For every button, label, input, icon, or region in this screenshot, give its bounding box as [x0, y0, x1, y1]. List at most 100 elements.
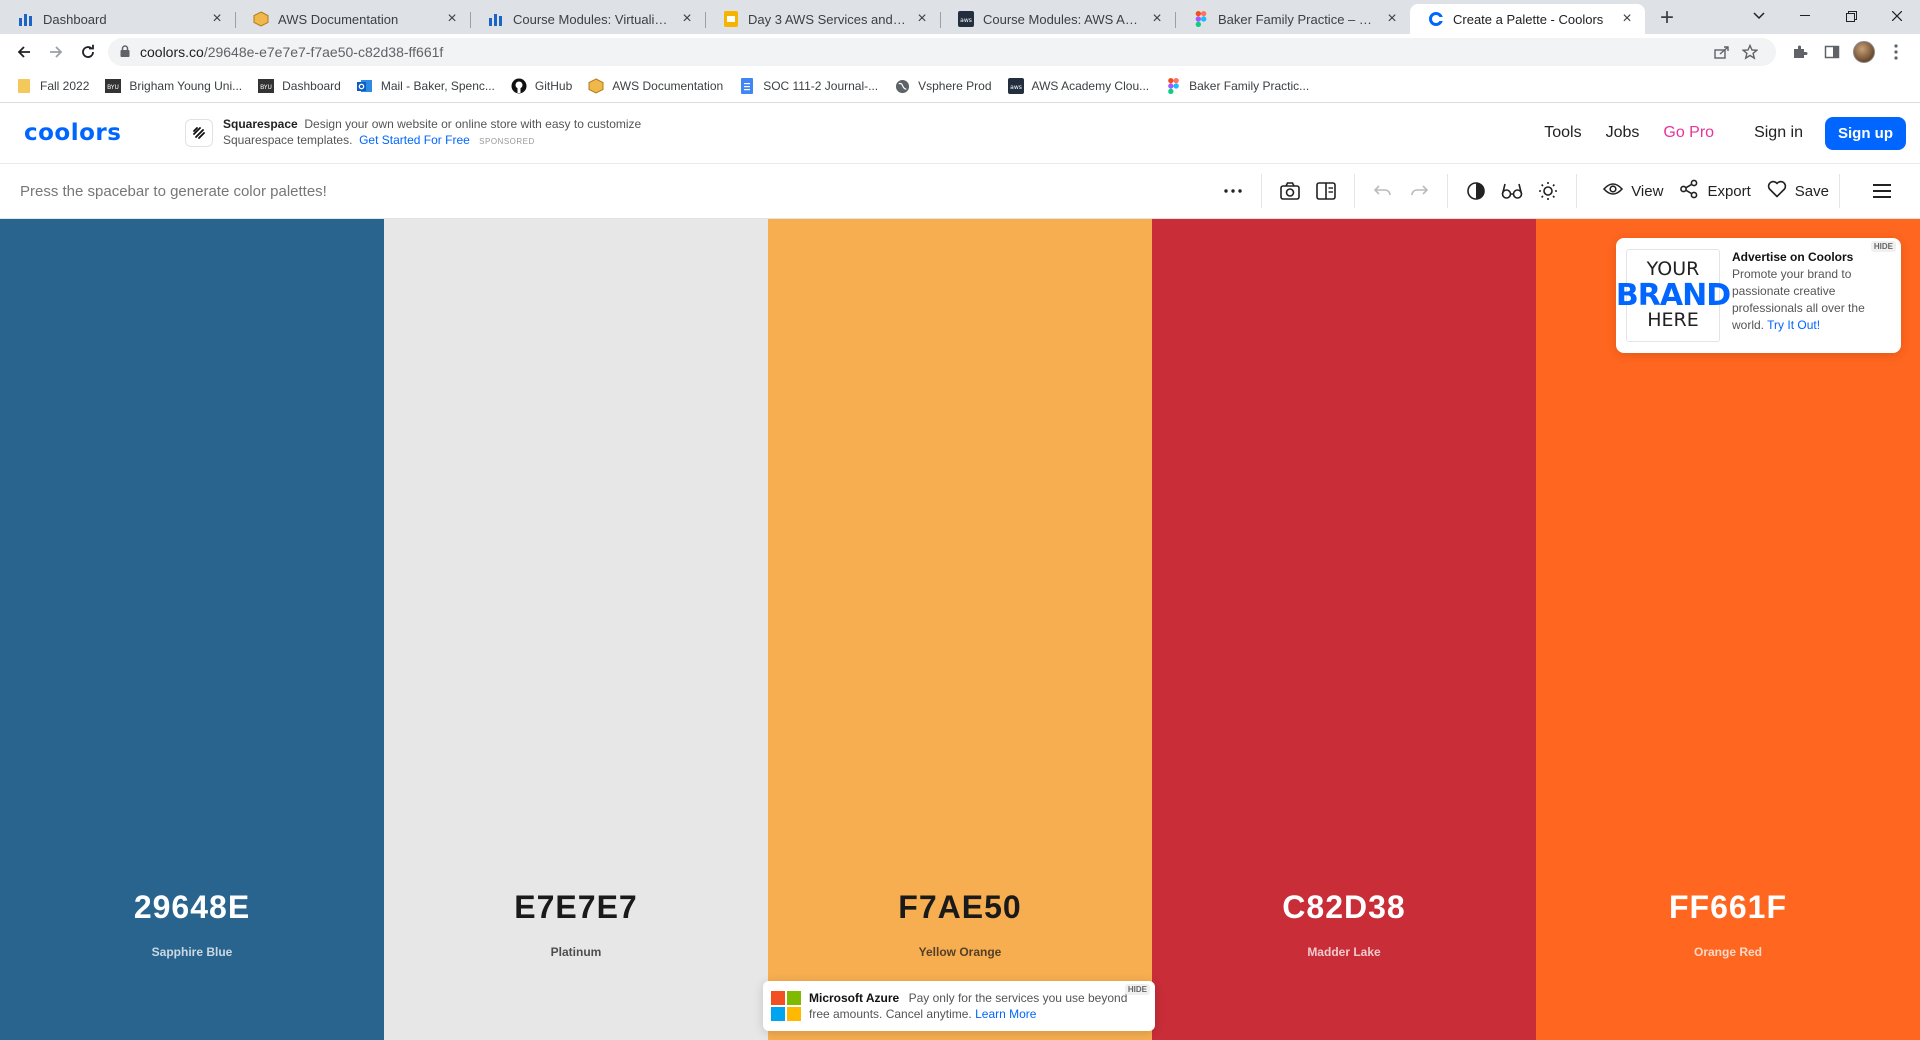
chrome-menu-icon[interactable]: [1880, 36, 1912, 68]
bookmark-item[interactable]: SOC 111-2 Journal-...: [731, 73, 886, 99]
azure-ad-text: Microsoft Azure Pay only for the service…: [809, 990, 1147, 1022]
browser-tab[interactable]: Dashboard ×: [0, 4, 235, 34]
color-swatch[interactable]: F7AE50 Yellow Orange: [768, 219, 1152, 1040]
new-tab-button[interactable]: +: [1653, 5, 1681, 33]
bookmark-item[interactable]: Vsphere Prod: [886, 73, 999, 99]
sign-up-button[interactable]: Sign up: [1825, 116, 1906, 150]
camera-icon[interactable]: [1272, 173, 1308, 209]
contrast-icon[interactable]: [1458, 173, 1494, 209]
browser-tab[interactable]: Course Modules: Virtualized Ent ×: [470, 4, 705, 34]
tab-close-icon[interactable]: ×: [209, 11, 225, 27]
bookmark-label: AWS Academy Clou...: [1031, 79, 1150, 93]
color-hex[interactable]: FF661F: [1536, 889, 1920, 926]
palette-gallery-icon[interactable]: [1308, 173, 1344, 209]
tab-search-icon[interactable]: [1736, 0, 1782, 32]
aws-box-icon: [588, 78, 604, 94]
color-name: Yellow Orange: [918, 945, 1002, 959]
share-icon[interactable]: [1708, 40, 1736, 64]
tab-close-icon[interactable]: ×: [914, 11, 930, 27]
eye-icon: [1603, 182, 1624, 200]
browser-tab-active[interactable]: Create a Palette - Coolors ×: [1410, 4, 1645, 34]
brand-line-3: HERE: [1647, 309, 1699, 332]
nav-jobs[interactable]: Jobs: [1606, 124, 1640, 142]
browser-toolbar: coolors.co/29648e-e7e7e7-f7ae50-c82d38-f…: [0, 34, 1920, 70]
bookmark-label: Dashboard: [282, 79, 341, 93]
color-swatch[interactable]: E7E7E7 Platinum: [384, 219, 768, 1040]
save-button[interactable]: Save: [1767, 180, 1829, 202]
reload-icon[interactable]: [72, 36, 104, 68]
hide-ad-button[interactable]: HIDE: [1870, 241, 1896, 252]
nav-tools[interactable]: Tools: [1544, 124, 1581, 142]
color-hex[interactable]: C82D38: [1152, 889, 1536, 926]
address-bar[interactable]: coolors.co/29648e-e7e7e7-f7ae50-c82d38-f…: [108, 38, 1776, 66]
tab-title: Course Modules: AWS Academy: [983, 11, 1143, 27]
try-it-out-link[interactable]: Try It Out!: [1767, 318, 1820, 332]
side-panel-icon[interactable]: [1816, 36, 1848, 68]
sponsored-banner[interactable]: Squarespace Design your own website or o…: [185, 116, 643, 150]
adjust-brightness-icon[interactable]: [1530, 173, 1566, 209]
sponsored-tag: SPONSORED: [479, 137, 535, 146]
toolbar-divider: [1576, 174, 1578, 208]
figma-icon: [1165, 78, 1181, 94]
close-window-icon[interactable]: [1874, 0, 1920, 32]
figma-icon: [1193, 11, 1209, 27]
bookmark-item[interactable]: GitHub: [503, 73, 580, 99]
tab-close-icon[interactable]: ×: [444, 11, 460, 27]
bookmark-label: Baker Family Practic...: [1189, 79, 1310, 93]
toolbar-divider: [1354, 174, 1356, 208]
more-options-icon[interactable]: [1215, 173, 1251, 209]
browser-tab[interactable]: Baker Family Practice – Figma ×: [1175, 4, 1410, 34]
sponsor-name: Squarespace: [223, 117, 298, 131]
tab-close-icon[interactable]: ×: [1619, 11, 1635, 27]
toolbar-divider: [1447, 174, 1449, 208]
bookmark-item[interactable]: Fall 2022: [8, 73, 97, 99]
back-icon[interactable]: [8, 36, 40, 68]
color-swatch[interactable]: 29648E Sapphire Blue: [0, 219, 384, 1040]
advertise-card[interactable]: YOUR BRAND HERE Advertise on Coolors Pro…: [1616, 238, 1901, 353]
learn-more-link[interactable]: Learn More: [975, 1007, 1036, 1021]
bookmark-item[interactable]: BYU Brigham Young Uni...: [97, 73, 250, 99]
bookmark-item[interactable]: Mail - Baker, Spenc...: [349, 73, 503, 99]
bookmark-item[interactable]: AWS Documentation: [580, 73, 731, 99]
color-name: Madder Lake: [1307, 945, 1381, 959]
browser-tab[interactable]: AWS Documentation ×: [235, 4, 470, 34]
color-hex[interactable]: 29648E: [0, 889, 384, 926]
color-hex[interactable]: F7AE50: [768, 889, 1152, 926]
view-button[interactable]: View: [1603, 182, 1663, 200]
profile-avatar[interactable]: [1848, 36, 1880, 68]
hide-ad-button[interactable]: HIDE: [1124, 984, 1150, 995]
tab-close-icon[interactable]: ×: [679, 11, 695, 27]
extensions-icon[interactable]: [1784, 36, 1816, 68]
color-hex[interactable]: E7E7E7: [384, 889, 768, 926]
color-swatch[interactable]: C82D38 Madder Lake: [1152, 219, 1536, 1040]
window-controls: [1736, 0, 1920, 32]
browser-tab[interactable]: Day 3 AWS Services and Academ ×: [705, 4, 940, 34]
bookmark-star-icon[interactable]: [1736, 40, 1764, 64]
lock-icon[interactable]: [120, 44, 130, 60]
bookmark-item[interactable]: BYU Dashboard: [250, 73, 349, 99]
microsoft-azure-ad[interactable]: Microsoft Azure Pay only for the service…: [763, 981, 1155, 1031]
hamburger-menu-icon[interactable]: [1864, 173, 1900, 209]
export-label: Export: [1707, 182, 1751, 200]
tab-close-icon[interactable]: ×: [1149, 11, 1165, 27]
redo-icon[interactable]: [1401, 173, 1437, 209]
nav-go-pro[interactable]: Go Pro: [1663, 124, 1714, 142]
minimize-icon[interactable]: [1782, 0, 1828, 32]
tab-close-icon[interactable]: ×: [1384, 11, 1400, 27]
url-path: /29648e-e7e7e7-f7ae50-c82d38-ff661f: [203, 44, 444, 60]
browser-tab[interactable]: aws Course Modules: AWS Academy ×: [940, 4, 1175, 34]
brand-line-1: YOUR: [1646, 257, 1700, 280]
coolors-logo[interactable]: coolors: [24, 120, 160, 146]
canvas-icon: [488, 11, 504, 27]
sign-in-link[interactable]: Sign in: [1754, 124, 1803, 142]
toolbar-divider: [1839, 174, 1840, 208]
restore-icon[interactable]: [1828, 0, 1874, 32]
bookmark-item[interactable]: aws AWS Academy Clou...: [1000, 73, 1158, 99]
sponsor-link[interactable]: Get Started For Free: [359, 133, 470, 147]
color-blindness-glasses-icon[interactable]: [1494, 173, 1530, 209]
url-domain: coolors.co: [140, 44, 204, 60]
forward-icon[interactable]: [40, 36, 72, 68]
export-button[interactable]: Export: [1679, 179, 1751, 203]
undo-icon[interactable]: [1365, 173, 1401, 209]
bookmark-item[interactable]: Baker Family Practic...: [1157, 73, 1317, 99]
